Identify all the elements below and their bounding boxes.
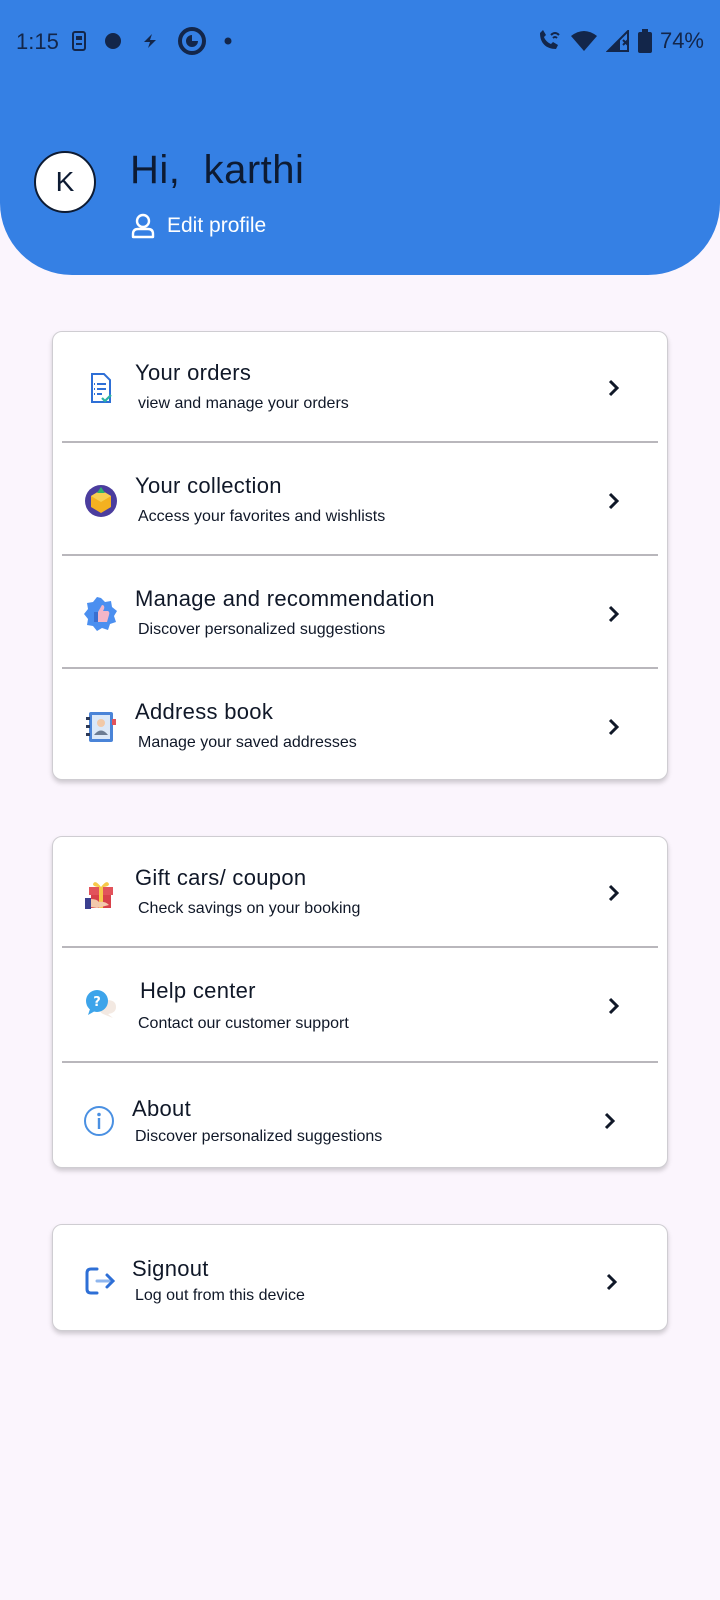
gift-icon [85, 882, 113, 909]
chevron-right-icon [608, 718, 620, 736]
menu-item-subtitle: view and manage your orders [138, 395, 349, 412]
system-status-icons: 74% [536, 26, 704, 56]
status-time: 1:15 [16, 29, 59, 54]
flash-icon [144, 34, 156, 48]
dot-icon [105, 33, 121, 49]
menu-item-subtitle: Access your favorites and wishlists [138, 508, 386, 525]
menu-item-subtitle: Check savings on your booking [138, 900, 361, 917]
edit-profile-label: Edit profile [167, 214, 267, 237]
signout-title: Signout [132, 1256, 209, 1281]
menu-item-manage-recommendation[interactable]: Manage and recommendation Discover perso… [53, 558, 667, 670]
status-bar: 1:15 74% [0, 0, 720, 84]
menu-item-title: Your collection [135, 473, 282, 498]
orders-icon [91, 373, 112, 403]
menu-item-your-collection[interactable]: Your collection Access your favorites an… [53, 445, 667, 557]
divider [62, 1061, 658, 1063]
menu-item-title: Your orders [135, 360, 252, 385]
divider [62, 667, 658, 669]
collection-icon [85, 485, 117, 517]
signout-subtitle: Log out from this device [135, 1287, 305, 1304]
menu-item-title: About [132, 1096, 191, 1121]
battery-level: 74% [659, 28, 704, 53]
menu-item-title: Manage and recommendation [135, 586, 435, 611]
recommendation-icon [84, 597, 117, 631]
menu-item-your-orders[interactable]: Your orders view and manage your orders [53, 332, 667, 444]
signout-button[interactable]: Signout Log out from this device [53, 1225, 667, 1332]
avatar-initial: K [55, 166, 75, 197]
divider [62, 441, 658, 443]
notification-icons [72, 26, 232, 56]
menu-item-title: Help center [140, 978, 256, 1003]
chevron-right-icon [606, 1273, 618, 1291]
menu-item-title: Address book [135, 699, 274, 724]
account-menu-card: Your orders view and manage your orders … [52, 331, 668, 780]
menu-item-title: Gift cars/ coupon [135, 865, 307, 890]
menu-item-gift-coupon[interactable]: Gift cars/ coupon Check savings on your … [53, 837, 667, 949]
chevron-right-icon [608, 492, 620, 510]
info-icon [84, 1106, 114, 1136]
greeting-title: Hi, karthi [130, 148, 305, 192]
menu-item-subtitle: Manage your saved addresses [138, 734, 357, 751]
menu-item-address-book[interactable]: Address book Manage your saved addresses [53, 671, 667, 783]
chevron-right-icon [608, 884, 620, 902]
edit-profile-button[interactable]: Edit profile [131, 209, 266, 243]
menu-item-about[interactable]: About Discover personalized suggestions [53, 1065, 667, 1169]
chevron-right-icon [604, 1112, 616, 1130]
divider [62, 946, 658, 948]
signal-icon [605, 30, 629, 52]
avatar[interactable]: K [34, 151, 96, 213]
menu-item-help-center[interactable]: ? Help center Contact our customer suppo… [53, 950, 667, 1062]
menu-item-subtitle: Discover personalized suggestions [138, 621, 386, 638]
menu-item-subtitle: Discover personalized suggestions [135, 1128, 383, 1145]
help-icon: ? [86, 990, 116, 1018]
chevron-right-icon [608, 379, 620, 397]
chevron-right-icon [608, 997, 620, 1015]
address-book-icon [86, 712, 116, 742]
app-icon [178, 27, 206, 55]
chevron-right-icon [608, 605, 620, 623]
svg-text:?: ? [93, 995, 101, 1010]
wifi-icon [570, 31, 597, 51]
battery-icon [637, 29, 652, 53]
signout-card: Signout Log out from this device [52, 1224, 668, 1331]
user-icon [131, 213, 155, 239]
signout-icon [85, 1267, 116, 1295]
wifi-call-icon [539, 30, 560, 49]
menu-item-subtitle: Contact our customer support [138, 1015, 349, 1032]
small-dot-icon [224, 37, 232, 45]
support-menu-card: Gift cars/ coupon Check savings on your … [52, 836, 668, 1168]
sim-card-icon [72, 31, 86, 51]
divider [62, 554, 658, 556]
